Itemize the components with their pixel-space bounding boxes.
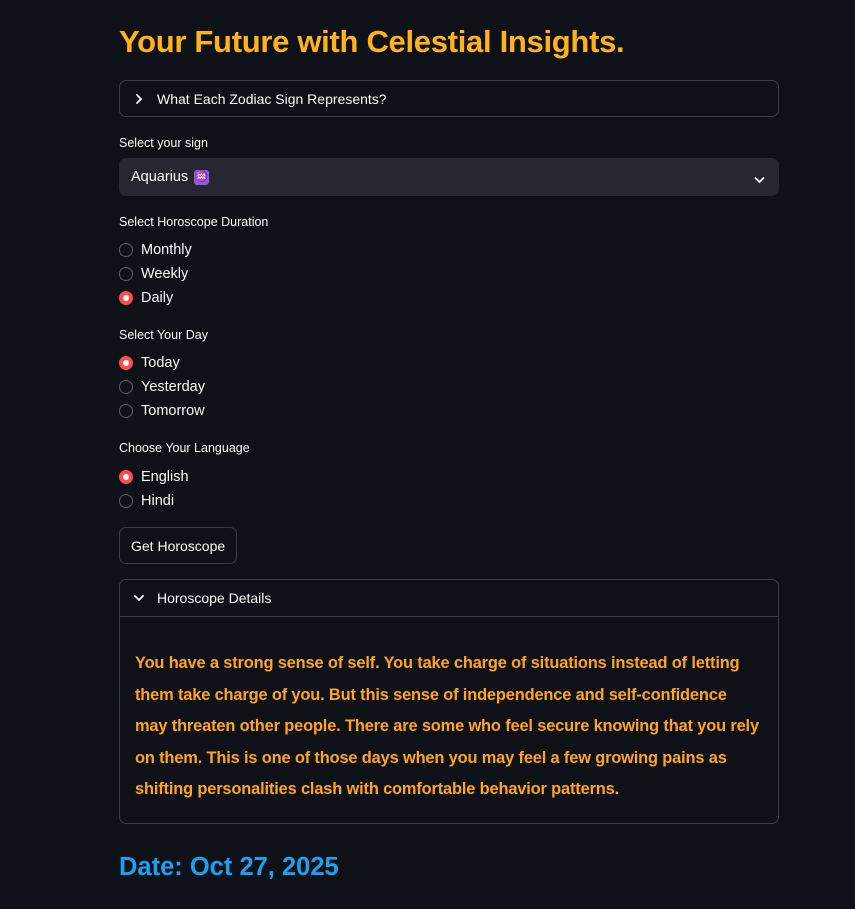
- sign-select[interactable]: Aquarius ♒: [119, 158, 779, 196]
- day-label: Select Your Day: [119, 328, 208, 342]
- radio-label: Weekly: [141, 266, 189, 282]
- horoscope-details-header[interactable]: Horoscope Details: [120, 580, 778, 616]
- sign-select-label: Select your sign: [119, 136, 208, 150]
- radio-label: Monthly: [141, 242, 192, 258]
- radio-label: Hindi: [141, 493, 175, 509]
- language-option-english[interactable]: English: [119, 467, 189, 487]
- duration-option-daily[interactable]: Daily: [119, 288, 173, 308]
- date-heading: Date: Oct 27, 2025: [119, 853, 339, 881]
- radio-selected-icon[interactable]: [119, 470, 133, 484]
- zodiac-expander[interactable]: What Each Zodiac Sign Represents?: [119, 80, 779, 117]
- radio-label: Daily: [141, 290, 174, 306]
- zodiac-expander-label: What Each Zodiac Sign Represents?: [157, 90, 387, 107]
- day-option-today[interactable]: Today: [119, 353, 180, 373]
- radio-icon[interactable]: [119, 267, 133, 281]
- radio-icon[interactable]: [119, 404, 133, 418]
- duration-option-monthly[interactable]: Monthly: [119, 240, 192, 260]
- radio-label: Yesterday: [141, 379, 205, 395]
- radio-icon[interactable]: [119, 494, 133, 508]
- language-option-hindi[interactable]: Hindi: [119, 491, 174, 511]
- radio-label: English: [141, 469, 189, 485]
- radio-label: Tomorrow: [141, 403, 205, 419]
- day-option-tomorrow[interactable]: Tomorrow: [119, 401, 205, 421]
- chevron-down-icon: [134, 593, 144, 603]
- aquarius-icon: ♒: [194, 169, 210, 185]
- zodiac-expander-header[interactable]: What Each Zodiac Sign Represents?: [120, 81, 778, 116]
- chevron-down-icon[interactable]: [754, 172, 765, 188]
- duration-option-weekly[interactable]: Weekly: [119, 264, 188, 284]
- horoscope-details-label: Horoscope Details: [157, 590, 272, 606]
- horoscope-details-expander[interactable]: Horoscope Details You have a strong sens…: [119, 579, 779, 824]
- language-label: Choose Your Language: [119, 441, 250, 455]
- duration-label: Select Horoscope Duration: [119, 215, 269, 229]
- page-title: Your Future with Celestial Insights.: [119, 24, 625, 59]
- radio-icon[interactable]: [119, 243, 133, 257]
- radio-selected-icon[interactable]: [119, 291, 133, 305]
- radio-icon[interactable]: [119, 380, 133, 394]
- day-option-yesterday[interactable]: Yesterday: [119, 377, 205, 397]
- radio-selected-icon[interactable]: [119, 356, 133, 370]
- get-horoscope-button[interactable]: Get Horoscope: [119, 527, 238, 564]
- radio-label: Today: [141, 355, 180, 371]
- horoscope-text: You have a strong sense of self. You tak…: [120, 616, 778, 823]
- sign-select-value: Aquarius: [131, 169, 189, 185]
- chevron-right-icon: [134, 93, 144, 104]
